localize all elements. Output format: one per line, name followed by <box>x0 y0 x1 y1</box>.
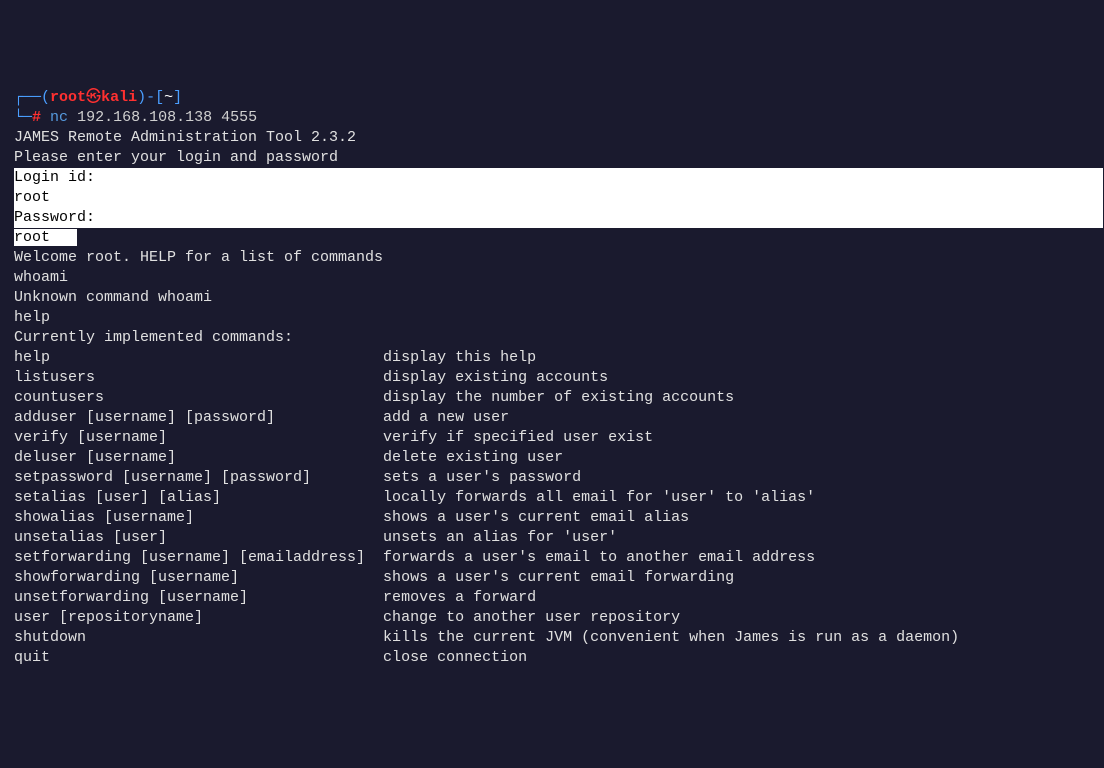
login-prompt: Login id: <box>14 168 1103 188</box>
terminal-window[interactable]: ┌──(root㉿kali)-[~] └─# nc 192.168.108.13… <box>14 88 1090 668</box>
user-command-2: help <box>14 309 50 326</box>
help-table: help display this help listusers display… <box>14 348 1090 668</box>
prompt-close-paren: ) <box>137 89 146 106</box>
help-rows: help display this help listusers display… <box>14 349 959 666</box>
banner-line-2: Please enter your login and password <box>14 149 338 166</box>
prompt-box-top: ┌── <box>14 89 41 106</box>
user-command-1: whoami <box>14 269 68 286</box>
welcome-message: Welcome root. HELP for a list of command… <box>14 249 383 266</box>
prompt-user: root <box>50 89 86 106</box>
prompt-hash: # <box>32 109 41 126</box>
prompt-tilde: ~ <box>164 89 173 106</box>
response-1: Unknown command whoami <box>14 289 212 306</box>
prompt-box-bottom: └─ <box>14 109 32 126</box>
banner-line-1: JAMES Remote Administration Tool 2.3.2 <box>14 129 356 146</box>
prompt-open-paren: ( <box>41 89 50 106</box>
password-prompt: Password: <box>14 208 1103 228</box>
prompt-close-bracket: ] <box>173 89 182 106</box>
prompt-host: kali <box>101 89 137 106</box>
command-name: nc <box>50 109 68 126</box>
prompt-dash: - <box>146 89 155 106</box>
command-args: 192.168.108.138 4555 <box>77 109 257 126</box>
login-value: root <box>14 188 1103 208</box>
help-header: Currently implemented commands: <box>14 329 293 346</box>
prompt-at: ㉿ <box>86 89 101 106</box>
prompt-open-bracket: [ <box>155 89 164 106</box>
password-value: root <box>14 229 77 246</box>
